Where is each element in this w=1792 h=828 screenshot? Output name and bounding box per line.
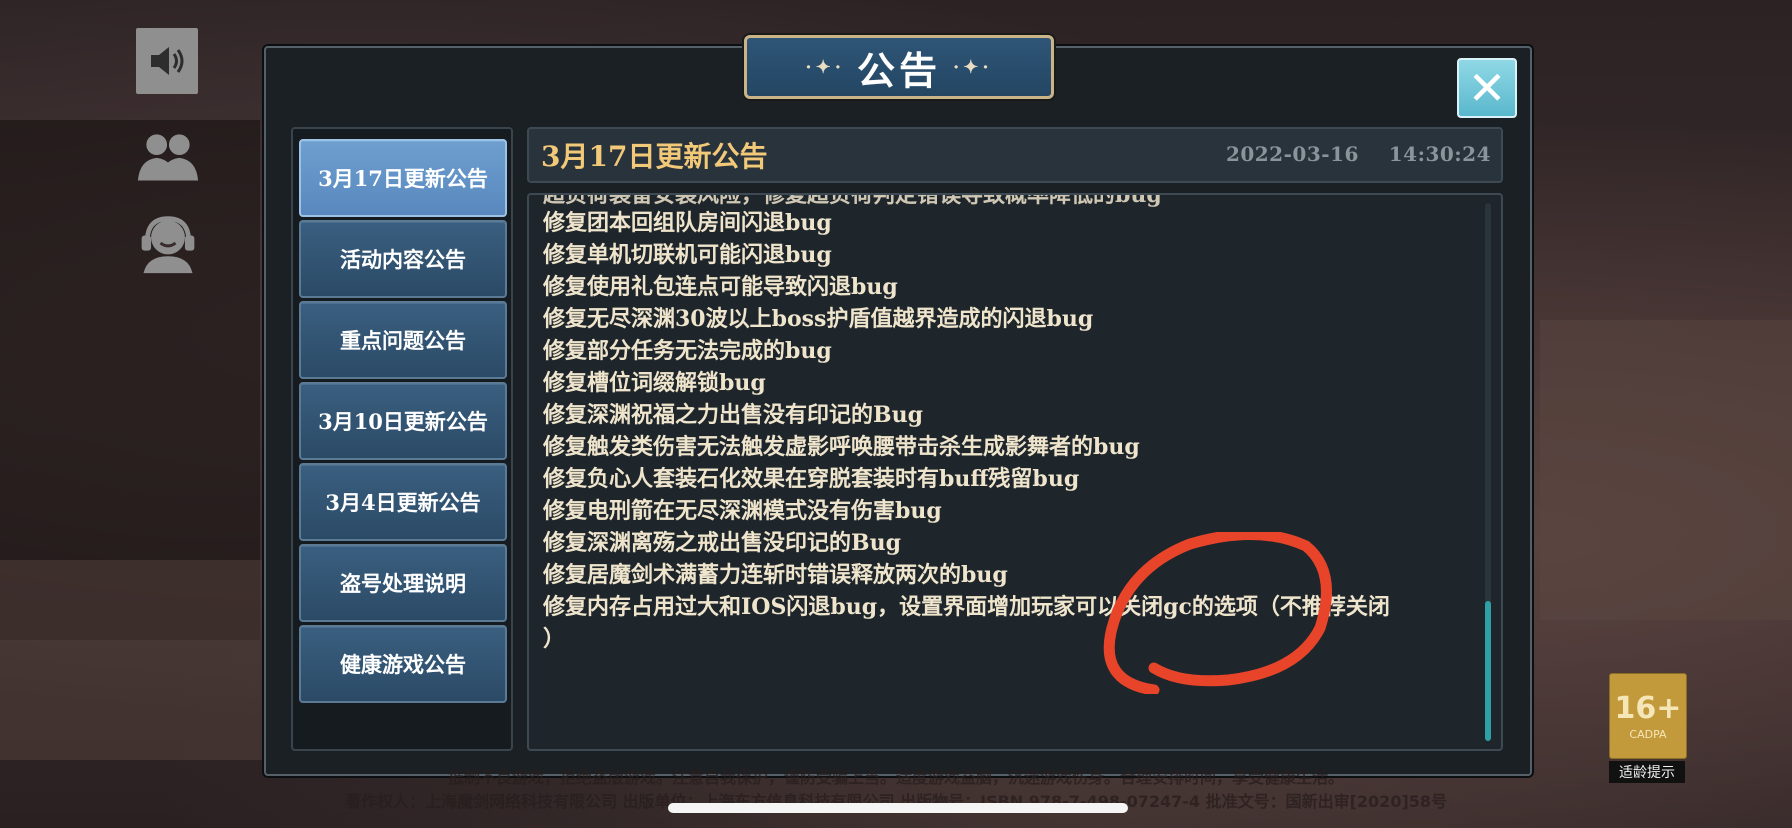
notice-line: 修复团本回组队房间闪退bug bbox=[543, 210, 832, 236]
tab-label: 活动内容公告 bbox=[340, 247, 466, 272]
notice-line: 修复深渊离殇之戒出售没印记的Bug bbox=[543, 530, 901, 556]
tab-account-theft[interactable]: 盗号处理说明 bbox=[299, 544, 507, 622]
tab-label: 健康游戏公告 bbox=[340, 652, 466, 677]
tab-march-17-update[interactable]: 3月17日更新公告 bbox=[299, 139, 507, 217]
tab-march-4-update[interactable]: 3月4日更新公告 bbox=[299, 463, 507, 541]
notice-title: 3月17日更新公告 bbox=[541, 140, 768, 173]
notice-line: 修复居魔剑术满蓄力连斩时错误释放两次的bug bbox=[543, 562, 1008, 588]
age-rating-badge[interactable]: 16+ CADPA 适龄提示 bbox=[1609, 673, 1687, 783]
notice-line: ） bbox=[543, 626, 566, 652]
tab-label: 盗号处理说明 bbox=[340, 571, 466, 596]
speaker-icon[interactable] bbox=[136, 28, 198, 94]
age-rating-box: 16+ CADPA bbox=[1609, 673, 1687, 759]
tab-label: 重点问题公告 bbox=[340, 328, 466, 353]
notice-date: 2022-03-16 bbox=[1225, 142, 1359, 166]
tab-label: 3月17日更新公告 bbox=[318, 166, 488, 191]
title-decoration-right: ·✦· bbox=[953, 56, 993, 78]
notice-line: 修复电刑箭在无尽深渊模式没有伤害bug bbox=[543, 498, 942, 524]
age-rating-org: CADPA bbox=[1629, 728, 1667, 741]
friends-icon[interactable] bbox=[136, 124, 200, 188]
tab-label: 3月4日更新公告 bbox=[325, 490, 481, 515]
tab-event-content[interactable]: 活动内容公告 bbox=[299, 220, 507, 298]
age-rating: 16+ bbox=[1614, 691, 1682, 726]
health-advisory-text: 抵制不良游戏，拒绝盗版游戏。注意自我保护，谨防受骗上当。适度游戏益脑，沉迷游戏伤… bbox=[447, 768, 1344, 787]
title-decoration-left: ·✦· bbox=[805, 56, 845, 78]
notice-header: 3月17日更新公告 2022-03-16 14:30:24 bbox=[527, 127, 1503, 183]
tab-march-10-update[interactable]: 3月10日更新公告 bbox=[299, 382, 507, 460]
notice-line: 修复槽位词缀解锁bug bbox=[543, 370, 766, 396]
background-ruins-right bbox=[1540, 320, 1792, 620]
dialog-title: 公告 bbox=[856, 47, 941, 93]
tab-key-issues[interactable]: 重点问题公告 bbox=[299, 301, 507, 379]
tab-label: 3月10日更新公告 bbox=[318, 409, 488, 434]
notice-timestamp: 2022-03-16 14:30:24 bbox=[1226, 142, 1491, 166]
notice-body[interactable]: 超负荷装备安装风险，修复超负荷判定错误导致概率降低的bug 修复团本回组队房间闪… bbox=[527, 193, 1503, 751]
red-circle-annotation bbox=[1103, 532, 1332, 694]
notice-time: 14:30:24 bbox=[1388, 142, 1491, 166]
announcement-tab-list: 3月17日更新公告 活动内容公告 重点问题公告 3月10日更新公告 3月4日更新… bbox=[291, 127, 513, 751]
scrollbar-thumb[interactable] bbox=[1485, 601, 1491, 741]
dialog-title-bar: ·✦· 公告 ·✦· bbox=[744, 35, 1054, 99]
close-button[interactable]: ✕ bbox=[1457, 58, 1517, 118]
notice-line: 修复单机切联机可能闪退bug bbox=[543, 242, 832, 268]
tab-healthy-gaming[interactable]: 健康游戏公告 bbox=[299, 625, 507, 703]
notice-line: 修复深渊祝福之力出售没有印记的Bug bbox=[543, 402, 923, 428]
close-icon: ✕ bbox=[1467, 61, 1507, 115]
background-ruins-bottom bbox=[0, 560, 300, 760]
notice-line: 修复触发类伤害无法触发虚影呼唤腰带击杀生成影舞者的bug bbox=[543, 434, 1140, 460]
home-indicator[interactable] bbox=[668, 803, 1128, 813]
notice-line: 修复负心人套装石化效果在穿脱套装时有buff残留bug bbox=[543, 466, 1080, 492]
age-rating-label: 适龄提示 bbox=[1609, 761, 1685, 783]
customer-service-icon[interactable] bbox=[136, 212, 200, 276]
notice-line: 修复部分任务无法完成的bug bbox=[543, 338, 832, 364]
notice-line: 修复无尽深渊30波以上boss护盾值越界造成的闪退bug bbox=[543, 306, 1094, 332]
notice-line: 修复使用礼包连点可能导致闪退bug bbox=[543, 274, 898, 300]
